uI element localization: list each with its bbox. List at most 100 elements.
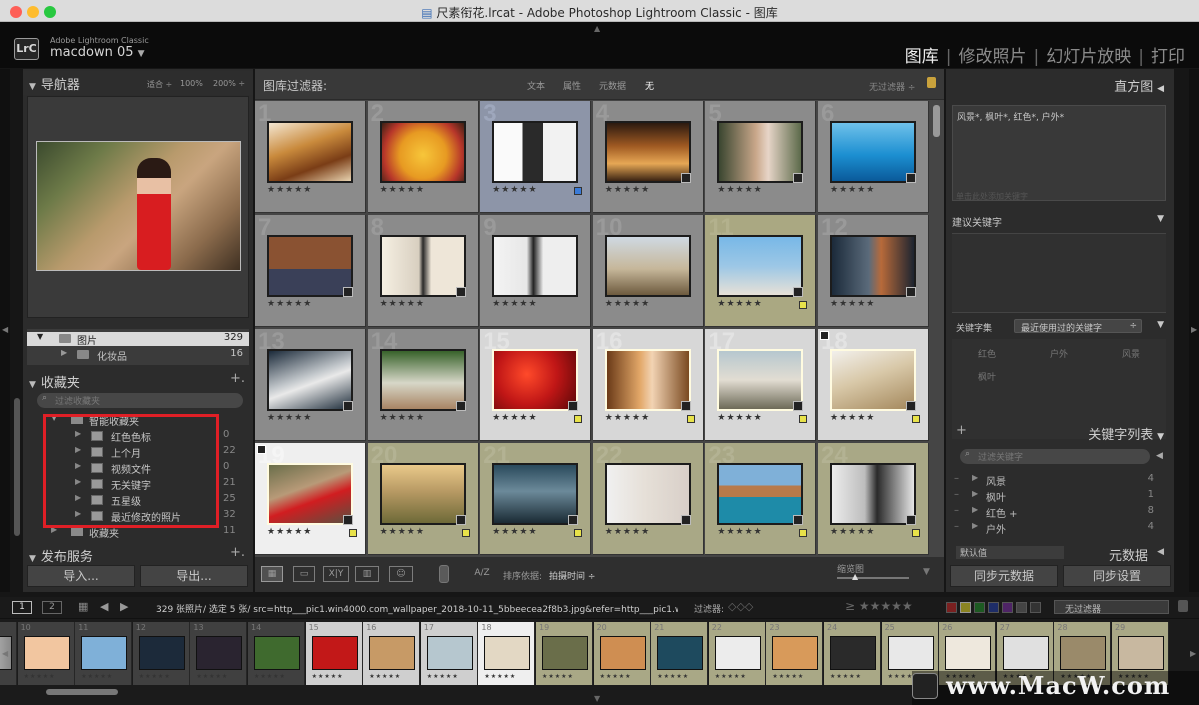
add-keyword-icon[interactable]: + — [956, 423, 967, 438]
filmstrip-thumbnail[interactable]: 10 ★★★★★ — [17, 622, 75, 685]
color-filter-none[interactable] — [1016, 602, 1027, 613]
metadata-badge-icon[interactable] — [906, 401, 916, 411]
grid-thumbnail[interactable] — [830, 235, 916, 297]
grid-cell[interactable]: 15 ★★★★★ — [480, 328, 592, 441]
navigator-preview-area[interactable] — [27, 96, 249, 318]
grid-cell[interactable]: 22 ★★★★★ — [592, 442, 704, 555]
grid-cell[interactable]: 14 ★★★★★ — [367, 328, 479, 441]
star-rating[interactable]: ★★★★★ — [830, 185, 875, 195]
metadata-header[interactable]: 默认值 元数据 ◀ — [952, 544, 1166, 564]
left-panel-scrollbar[interactable] — [14, 398, 20, 536]
survey-view-icon[interactable]: ▥ — [355, 566, 379, 582]
grid-cell[interactable]: 17 ★★★★★ — [705, 328, 817, 441]
filter-metadata[interactable]: 元数据 — [599, 79, 626, 92]
star-rating[interactable]: ★★★★★ — [830, 527, 875, 537]
keyword-add-field[interactable]: 单击此处添加关键字 — [952, 191, 1166, 205]
grid-cell[interactable]: 5 ★★★★★ — [705, 101, 817, 213]
grid-thumbnail[interactable] — [830, 463, 916, 525]
grid-scrollbar[interactable] — [933, 105, 940, 137]
flag-filter-icons[interactable]: ◇◇◇ — [728, 600, 753, 613]
grid-thumbnail[interactable] — [830, 121, 916, 183]
filmstrip-thumbnail[interactable]: 19 ★★★★★ — [536, 622, 593, 685]
star-rating[interactable]: ★★★★★ — [717, 299, 762, 309]
filmstrip-left-arrow-icon[interactable]: ◀ — [2, 649, 8, 658]
star-rating[interactable]: ★★★★★ — [492, 413, 537, 423]
filter-lock-icon[interactable] — [927, 77, 936, 88]
grid-thumbnail[interactable] — [267, 463, 353, 525]
keyword-set-cell[interactable]: 红色 — [952, 347, 1022, 360]
color-filter-other[interactable] — [1030, 602, 1041, 613]
metadata-badge-icon[interactable] — [455, 287, 466, 297]
grid-thumbnail[interactable] — [717, 121, 804, 183]
grid-cell[interactable]: 3 ★★★★★ — [480, 101, 592, 213]
keyword-set-cell[interactable]: 枫叶 — [952, 370, 1022, 383]
star-rating[interactable]: ★★★★★ — [492, 299, 537, 309]
grid-cell[interactable]: 18 ★★★★★ — [818, 328, 929, 441]
metadata-badge-icon[interactable] — [793, 287, 804, 297]
export-button[interactable]: 导出... — [140, 565, 248, 587]
thumbnail-size-slider[interactable] — [837, 577, 909, 579]
star-rating[interactable]: ★★★★★ — [605, 413, 650, 423]
color-label-badge[interactable] — [912, 529, 920, 537]
color-label-badge[interactable] — [686, 415, 695, 423]
grid-thumbnail[interactable] — [717, 349, 804, 411]
color-filter-green[interactable] — [974, 602, 985, 613]
color-filter-purple[interactable] — [1002, 602, 1013, 613]
grid-thumbnail[interactable] — [717, 463, 804, 525]
compare-view-icon[interactable]: X|Y — [323, 566, 349, 582]
color-label-badge[interactable] — [349, 415, 357, 423]
flag-icon[interactable] — [820, 331, 829, 340]
grid-cell[interactable]: 13 ★★★★★ — [255, 328, 366, 441]
keyword-row[interactable]: – ▶ 风景 4 — [954, 473, 1158, 489]
keyword-row[interactable]: – ▶ 户外 4 — [954, 521, 1158, 537]
bottom-panel-toggle-icon[interactable]: ▼ — [594, 694, 600, 703]
module-print[interactable]: 打印 — [1151, 47, 1185, 67]
zoom-fit[interactable]: 适合 ÷ — [147, 79, 172, 90]
metadata-badge-icon[interactable] — [793, 173, 804, 183]
star-rating[interactable]: ★★★★★ — [717, 185, 762, 195]
grid-thumbnail[interactable] — [267, 235, 353, 297]
grid-thumbnail[interactable] — [379, 121, 466, 183]
filmstrip-image[interactable] — [196, 636, 243, 670]
star-rating[interactable]: ★★★★★ — [717, 527, 762, 537]
grid-thumbnail[interactable] — [604, 463, 691, 525]
grid-cell[interactable]: 21 ★★★★★ — [480, 442, 592, 555]
grid-thumbnail[interactable] — [379, 349, 466, 411]
grid-cell[interactable]: 1 ★★★★★ — [255, 101, 366, 213]
catalog-user[interactable]: macdown 05 ▼ — [50, 45, 145, 60]
keyword-row[interactable]: – ▶ 枫叶 1 — [954, 489, 1158, 505]
publish-services-header[interactable]: ▼ 发布服务 +. — [23, 543, 253, 565]
filmstrip-thumbnail[interactable]: 13 ★★★★★ — [190, 622, 248, 685]
metadata-badge-icon[interactable] — [793, 401, 804, 411]
sort-direction-icon[interactable]: A/Z — [469, 566, 495, 582]
filmstrip-image[interactable] — [714, 636, 761, 670]
grid-icon[interactable]: ▦ — [78, 600, 88, 613]
color-label-badge[interactable] — [574, 187, 583, 195]
filmstrip-source-info[interactable]: 329 张照片/ 选定 5 张/ src=http___pic1.win4000… — [156, 602, 678, 615]
grid-thumbnail[interactable] — [379, 463, 466, 525]
grid-cell[interactable]: 16 ★★★★★ — [592, 328, 704, 441]
filter-switch-icon[interactable] — [1178, 600, 1188, 612]
color-label-badge[interactable] — [799, 187, 807, 195]
add-publish-service-icon[interactable]: +. — [230, 545, 245, 560]
filmstrip-image[interactable] — [657, 636, 704, 670]
filter-preset-select[interactable]: 无过滤器 ÷ — [869, 80, 915, 93]
filter-text[interactable]: 文本 — [527, 79, 545, 92]
color-label-badge[interactable] — [799, 301, 808, 309]
grid-cell[interactable]: 9 ★★★★★ — [480, 214, 592, 327]
back-arrow-icon[interactable]: ◀ — [100, 600, 108, 613]
color-label-badge[interactable] — [462, 187, 470, 195]
module-library[interactable]: 图库 — [905, 47, 939, 67]
star-rating[interactable]: ★★★★★ — [717, 413, 762, 423]
star-rating[interactable]: ★★★★★ — [605, 299, 650, 309]
star-rating[interactable]: ★★★★★ — [605, 527, 650, 537]
grid-cell[interactable]: 19 ★★★★★ — [255, 442, 366, 555]
filmstrip-right-arrow-icon[interactable]: ▶ — [1190, 649, 1196, 658]
metadata-badge-icon[interactable] — [793, 515, 804, 525]
grid-cell[interactable]: 4 ★★★★★ — [592, 101, 704, 213]
filmstrip-image[interactable] — [599, 636, 646, 670]
filter-none[interactable]: 无 — [645, 79, 654, 92]
color-label-badge[interactable] — [687, 301, 695, 309]
color-label-badge[interactable] — [349, 301, 357, 309]
star-rating[interactable]: ★★★★★ — [492, 185, 537, 195]
